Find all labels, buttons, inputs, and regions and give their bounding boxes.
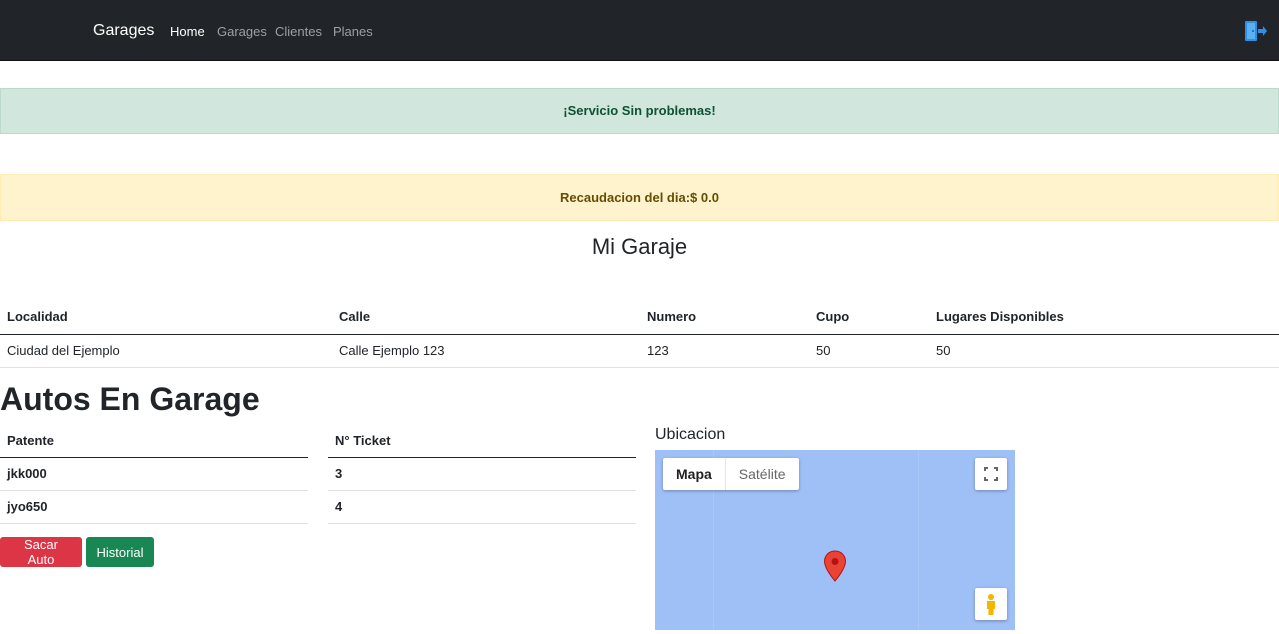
service-status-alert: ¡Servicio Sin problemas! [0,88,1279,134]
table-row[interactable]: jyo650 [0,490,308,524]
historial-button[interactable]: Historial [86,537,154,567]
sacar-auto-button[interactable]: Sacar Auto [0,537,82,567]
cell-numero: 123 [640,334,809,368]
table-row[interactable]: 4 [328,490,636,524]
cell-lugares-disponibles: 50 [929,334,1279,368]
map-type-control: Mapa Satélite [663,458,799,490]
fullscreen-icon[interactable] [975,458,1007,490]
garage-table: Localidad Calle Numero Cupo Lugares Disp… [0,300,1279,368]
pegman-icon[interactable] [975,588,1007,620]
header-patente: Patente [0,424,308,458]
nav-link-home[interactable]: Home [170,24,205,39]
garage-title: Mi Garaje [591,234,688,259]
map-type-satellite-button[interactable]: Satélite [726,458,799,490]
table-row[interactable]: 3 [328,457,636,491]
header-ticket: N° Ticket [328,424,636,458]
logout-icon[interactable] [1244,20,1268,42]
cell-calle: Calle Ejemplo 123 [332,334,640,368]
nav-link-planes[interactable]: Planes [333,24,373,39]
table-header-row: Patente [0,424,308,458]
autos-title: Autos En Garage [0,381,260,417]
ticket-table: N° Ticket 3 4 [328,424,636,524]
cell-patente[interactable]: jyo650 [0,490,308,524]
nav-link-garages[interactable]: Garages [217,24,267,39]
cell-ticket[interactable]: 4 [328,490,636,524]
header-lugares-disponibles: Lugares Disponibles [929,300,1279,335]
table-header-row: Localidad Calle Numero Cupo Lugares Disp… [0,300,1279,335]
table-header-row: N° Ticket [328,424,636,458]
map[interactable]: Mapa Satélite [655,450,1015,630]
header-localidad: Localidad [0,300,332,335]
map-type-map-button[interactable]: Mapa [663,458,726,490]
cell-ticket[interactable]: 3 [328,457,636,491]
patente-table: Patente jkk000 jyo650 [0,424,308,524]
daily-revenue-alert: Recaudacion del dia:$ 0.0 [0,174,1279,221]
cell-localidad: Ciudad del Ejemplo [0,334,332,368]
navbar: Garages Home Garages Clientes Planes [0,0,1279,61]
map-marker-icon[interactable] [823,550,847,582]
table-row: Ciudad del Ejemplo Calle Ejemplo 123 123… [0,334,1279,368]
ubicacion-label: Ubicacion [655,426,726,443]
header-cupo: Cupo [809,300,929,335]
navbar-brand[interactable]: Garages [93,22,154,40]
header-numero: Numero [640,300,809,335]
cell-patente[interactable]: jkk000 [0,457,308,491]
map-grid-line [918,450,919,630]
table-row[interactable]: jkk000 [0,457,308,491]
nav-link-clientes[interactable]: Clientes [275,24,322,39]
cell-cupo: 50 [809,334,929,368]
header-calle: Calle [332,300,640,335]
